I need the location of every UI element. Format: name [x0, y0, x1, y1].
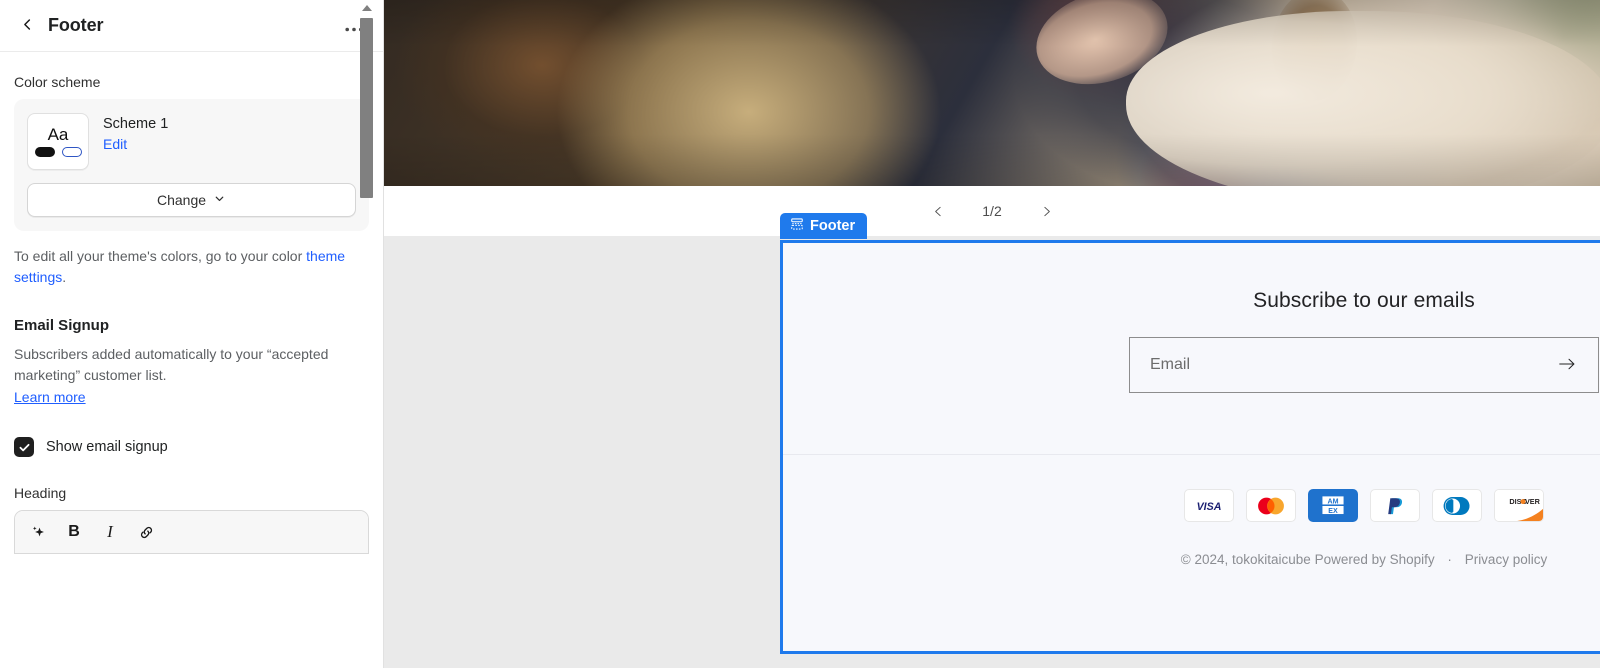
show-email-signup-label: Show email signup — [46, 439, 168, 456]
footer-legal-row: © 2024, tokokitaicube Powered by Shopify… — [783, 552, 1600, 567]
pager-next-button[interactable] — [1034, 199, 1058, 223]
footer-section-badge-label: Footer — [810, 218, 856, 234]
color-scheme-swatch[interactable]: Aa — [27, 113, 89, 170]
email-signup-heading: Email Signup — [14, 317, 110, 335]
theme-editor: Footer Color scheme Aa Scheme 1 Edit Cha… — [0, 0, 1600, 668]
color-scheme-meta: Scheme 1 Edit — [103, 113, 168, 154]
change-scheme-button[interactable]: Change — [27, 183, 356, 217]
color-scheme-card: Aa Scheme 1 Edit Change — [14, 99, 369, 231]
edit-scheme-link[interactable]: Edit — [103, 136, 127, 152]
payment-methods: VISA AM EX DISC VER — [783, 489, 1600, 522]
mastercard-icon — [1246, 489, 1296, 522]
bold-icon[interactable]: B — [59, 517, 89, 547]
heading-field-label: Heading — [14, 485, 67, 502]
richtext-toolbar: B I — [15, 511, 368, 554]
email-signup-description: Subscribers added automatically to your … — [14, 346, 329, 384]
slideshow-pager: 1/2 — [384, 186, 1600, 236]
change-button-label: Change — [156, 192, 207, 208]
learn-more-link[interactable]: Learn more — [14, 389, 86, 405]
privacy-policy-link[interactable]: Privacy policy — [1465, 552, 1548, 567]
scrollbar-thumb[interactable] — [360, 18, 373, 198]
swatch-pill-outline — [61, 147, 82, 157]
link-icon[interactable] — [131, 517, 161, 547]
diners-club-icon — [1432, 489, 1482, 522]
footer-bottom-block: VISA AM EX DISC VER © 2024, tokokitaicub… — [783, 455, 1600, 567]
email-input[interactable] — [1150, 356, 1554, 374]
amex-icon: AM EX — [1308, 489, 1358, 522]
storefront-preview: 1/2 Footer Subscribe to our emails Email… — [384, 0, 1600, 668]
email-signup-block: Subscribe to our emails — [783, 243, 1600, 455]
settings-sidebar: Footer Color scheme Aa Scheme 1 Edit Cha… — [0, 0, 384, 668]
copyright-text: © 2024, tokokitaicube — [1180, 552, 1311, 567]
color-scheme-name: Scheme 1 — [103, 116, 169, 132]
help-text-after: . — [62, 268, 67, 285]
sidebar-header: Footer — [0, 0, 383, 52]
heading-richtext-editor[interactable]: B I — [14, 510, 369, 555]
paypal-icon — [1370, 489, 1420, 522]
visa-icon: VISA — [1184, 489, 1234, 522]
subscribe-form[interactable] — [1129, 337, 1599, 393]
theme-colors-help: To edit all your theme's colors, go to y… — [14, 246, 369, 287]
arrow-right-icon — [1557, 354, 1577, 377]
legal-separator: · — [1447, 552, 1452, 567]
subscribe-title: Subscribe to our emails — [1253, 289, 1475, 312]
svg-text:VISA: VISA — [1197, 501, 1222, 513]
svg-text:EX: EX — [1328, 507, 1338, 515]
subscribe-submit-button[interactable] — [1554, 352, 1580, 378]
page-title: Footer — [48, 15, 104, 35]
footer-section-icon — [790, 217, 804, 235]
check-icon — [18, 441, 31, 454]
back-button[interactable] — [12, 11, 42, 41]
color-scheme-label: Color scheme — [14, 74, 101, 90]
hero-overlay — [384, 0, 1600, 186]
discover-icon: DISC VER — [1494, 489, 1544, 522]
show-email-signup-row[interactable]: Show email signup — [14, 437, 369, 458]
hero-image — [384, 0, 1600, 186]
sidebar-body: Color scheme Aa Scheme 1 Edit Change To … — [0, 74, 383, 555]
pager-count: 1/2 — [982, 203, 1002, 219]
powered-by-shopify-link[interactable]: Powered by Shopify — [1315, 552, 1435, 567]
swatch-pills — [34, 147, 82, 157]
swatch-aa-text: Aa — [47, 125, 69, 144]
italic-icon[interactable]: I — [95, 517, 125, 547]
footer-section-badge[interactable]: Footer — [780, 213, 868, 239]
chevron-left-icon — [20, 17, 35, 35]
help-text-before: To edit all your theme's colors, go to y… — [14, 248, 307, 264]
svg-text:AM: AM — [1327, 497, 1338, 505]
chevron-down-icon — [213, 192, 226, 208]
svg-text:VER: VER — [1525, 497, 1541, 506]
ai-sparkle-icon[interactable] — [23, 517, 53, 547]
swatch-pill-dark — [34, 147, 55, 157]
show-email-signup-checkbox[interactable] — [14, 437, 34, 458]
footer-section[interactable]: Subscribe to our emails Email VISA AM EX… — [780, 240, 1600, 654]
pager-prev-button[interactable] — [926, 199, 950, 223]
